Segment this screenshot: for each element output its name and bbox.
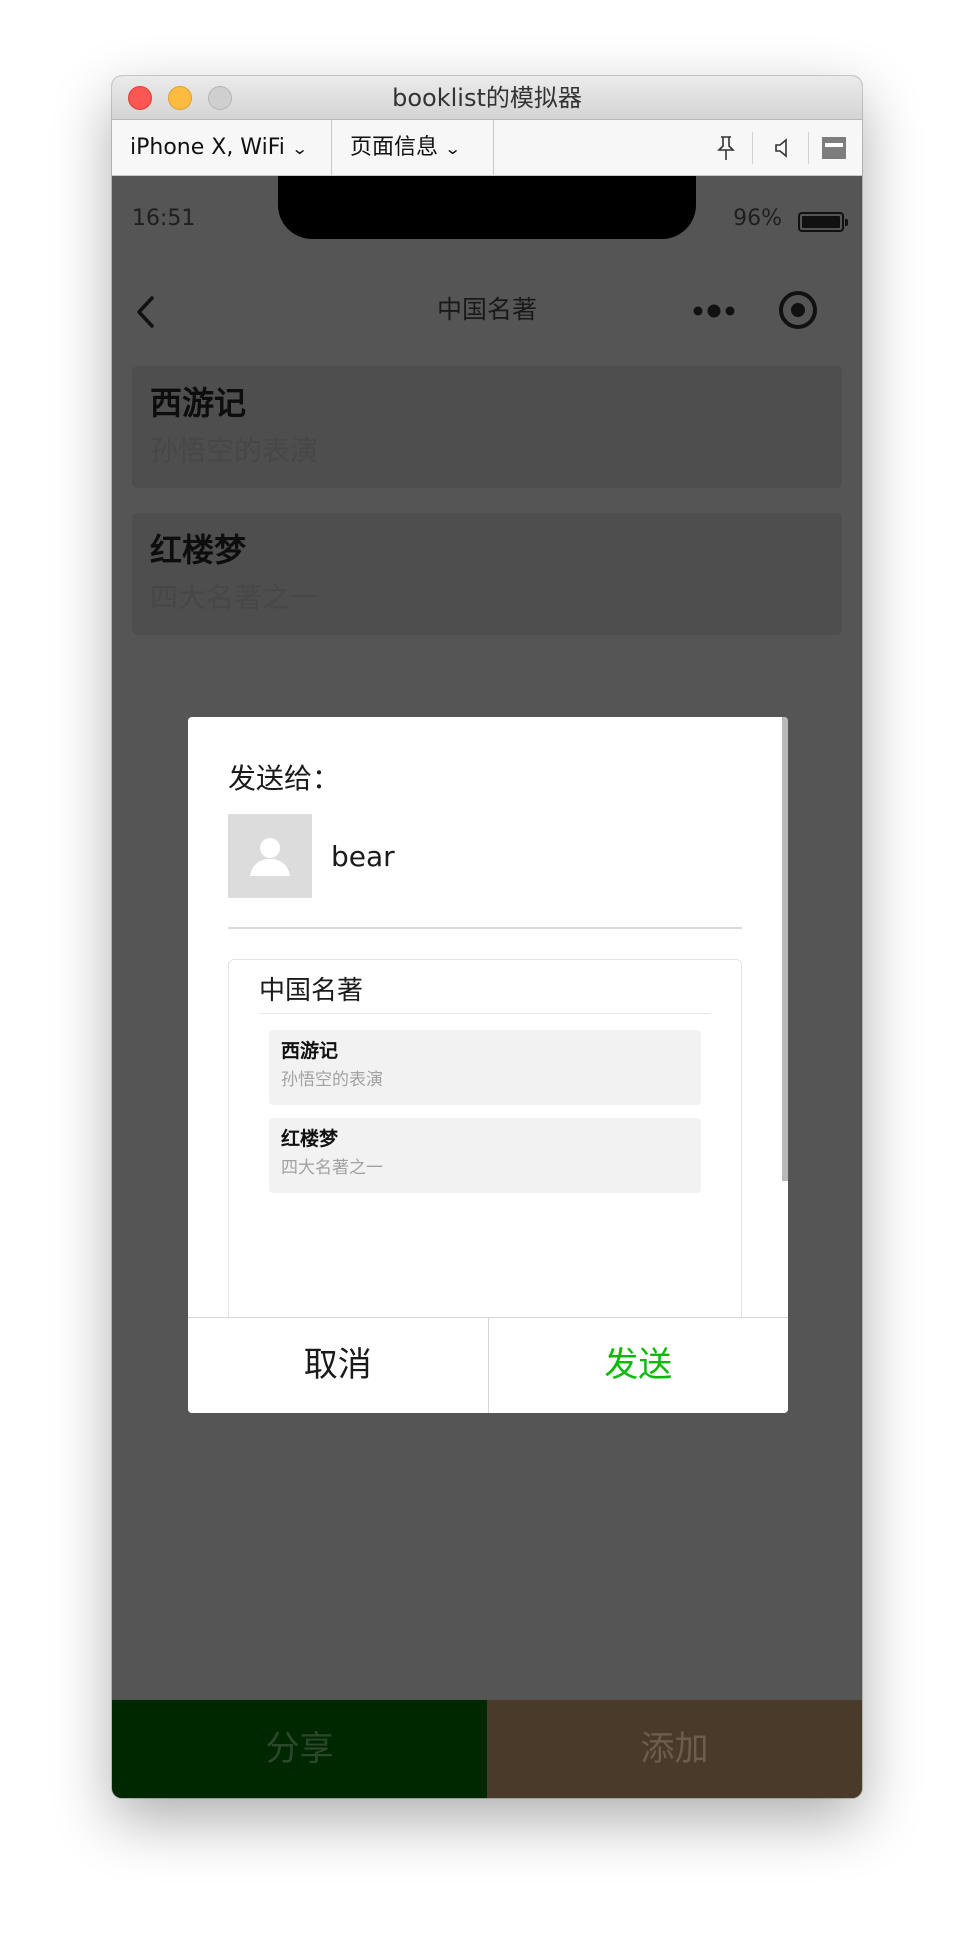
device-select-label: iPhone X, WiFi: [130, 135, 285, 160]
preview-title: 中国名著: [259, 976, 364, 1006]
chevron-down-icon: ⌄: [444, 139, 462, 158]
share-button[interactable]: 分享: [112, 1700, 487, 1798]
share-dialog: 发送给： bear 中国名著 西游记 孙悟空的表演 红楼梦 四大名著之一 取消: [188, 717, 788, 1413]
preview-divider: [259, 1013, 711, 1014]
window-title: booklist的模拟器: [392, 84, 582, 112]
dialog-divider: [228, 927, 742, 929]
toolbar-divider: [752, 132, 753, 164]
preview-book-title: 西游记: [281, 1040, 339, 1062]
page-info-select[interactable]: 页面信息 ⌄: [332, 120, 494, 175]
page-title: 中国名著: [436, 295, 537, 324]
close-capsule-icon[interactable]: [776, 288, 820, 332]
chevron-down-icon: ⌄: [290, 139, 309, 158]
cancel-button[interactable]: 取消: [188, 1318, 489, 1413]
book-title: 西游记: [150, 384, 247, 422]
book-card[interactable]: 西游记 孙悟空的表演: [132, 366, 842, 488]
window-titlebar: booklist的模拟器: [112, 76, 862, 120]
more-menu-icon[interactable]: [690, 294, 740, 328]
send-to-label: 发送给：: [228, 762, 341, 795]
battery-percent: 96%: [733, 206, 782, 231]
share-preview: 中国名著 西游记 孙悟空的表演 红楼梦 四大名著之一: [228, 959, 742, 1339]
preview-book-card: 西游记 孙悟空的表演: [269, 1030, 701, 1105]
window-mode-icon[interactable]: [814, 128, 854, 168]
preview-book-description: 四大名著之一: [281, 1158, 383, 1178]
page-info-select-label: 页面信息: [350, 135, 439, 160]
dialog-scrollbar[interactable]: [782, 717, 788, 1181]
phone-notch: [278, 176, 696, 239]
speaker-icon[interactable]: [762, 128, 802, 168]
user-placeholder-icon: [250, 838, 290, 876]
battery-icon: [798, 212, 848, 232]
status-time: 16:51: [132, 206, 196, 231]
toolbar-divider: [808, 132, 809, 164]
preview-book-card: 红楼梦 四大名著之一: [269, 1118, 701, 1193]
book-card[interactable]: 红楼梦 四大名著之一: [132, 513, 842, 635]
device-select[interactable]: iPhone X, WiFi ⌄: [112, 120, 332, 175]
dialog-button-row: 取消 发送: [188, 1317, 788, 1413]
book-title: 红楼梦: [150, 531, 247, 569]
preview-book-description: 孙悟空的表演: [281, 1070, 383, 1090]
simulator-toolbar: iPhone X, WiFi ⌄ 页面信息 ⌄: [112, 120, 862, 176]
recipient-name: bear: [331, 840, 395, 873]
add-button[interactable]: 添加: [487, 1700, 862, 1798]
send-button[interactable]: 发送: [489, 1318, 789, 1413]
book-description: 四大名著之一: [150, 581, 319, 614]
phone-screen: 16:51 96% 中国名著 西游记 孙悟空的表演 红楼梦 四大名著之一 分享 …: [112, 176, 862, 1798]
avatar: [228, 814, 312, 898]
preview-book-title: 红楼梦: [281, 1128, 339, 1150]
book-description: 孙悟空的表演: [150, 434, 319, 467]
simulator-window: booklist的模拟器 iPhone X, WiFi ⌄ 页面信息 ⌄ 16:51…: [112, 76, 862, 1798]
pin-icon[interactable]: [706, 128, 746, 168]
bottom-action-bar: 分享 添加: [112, 1700, 862, 1798]
